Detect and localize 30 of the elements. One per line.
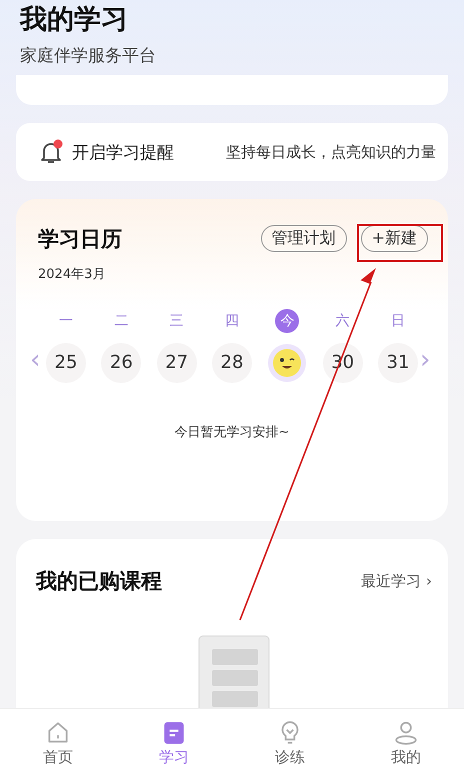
month-label: 2024年3月 [38,266,106,283]
smiley-icon[interactable] [267,343,308,383]
tab-item[interactable]: 首页 [0,709,116,777]
weekday-label: 四 [224,312,240,331]
tab-item[interactable]: 学习 [116,709,232,777]
reminder-card[interactable]: 开启学习提醒 坚持每日成长，点亮知识的力量 [16,123,448,181]
slogan-text: 坚持每日成长，点亮知识的力量 [226,142,436,162]
calendar-title: 学习日历 [38,226,122,253]
weekday-label: 今 [275,309,300,333]
weekday-label: 六 [334,312,351,331]
date-cell[interactable]: 31 [378,343,418,383]
page-title: 我的学习 [20,3,129,37]
date-cell[interactable]: 26 [101,343,142,383]
weekday-label: 三 [168,312,185,331]
new-button[interactable]: +新建 [360,225,428,252]
reminder-label: 开启学习提醒 [72,142,174,164]
person-icon [393,720,419,746]
weekday-label: 二 [113,312,130,331]
date-cell[interactable]: 27 [156,343,197,383]
date-cell[interactable]: 28 [212,343,252,383]
manage-plan-button[interactable]: 管理计划 [260,225,347,252]
empty-schedule-text: 今日暂无学习安排~ [174,424,290,441]
tab-item[interactable]: 我的 [348,709,464,777]
recent-study-link[interactable]: 最近学习 › [361,572,432,590]
page-subtitle: 家庭伴学服务平台 [20,45,157,67]
weekday-label: 日 [390,312,406,331]
tab-item[interactable]: 诊练 [232,709,348,777]
courses-title: 我的已购课程 [36,568,162,595]
weekday-label: 一 [58,312,74,331]
date-cell[interactable]: 25 [46,343,86,383]
